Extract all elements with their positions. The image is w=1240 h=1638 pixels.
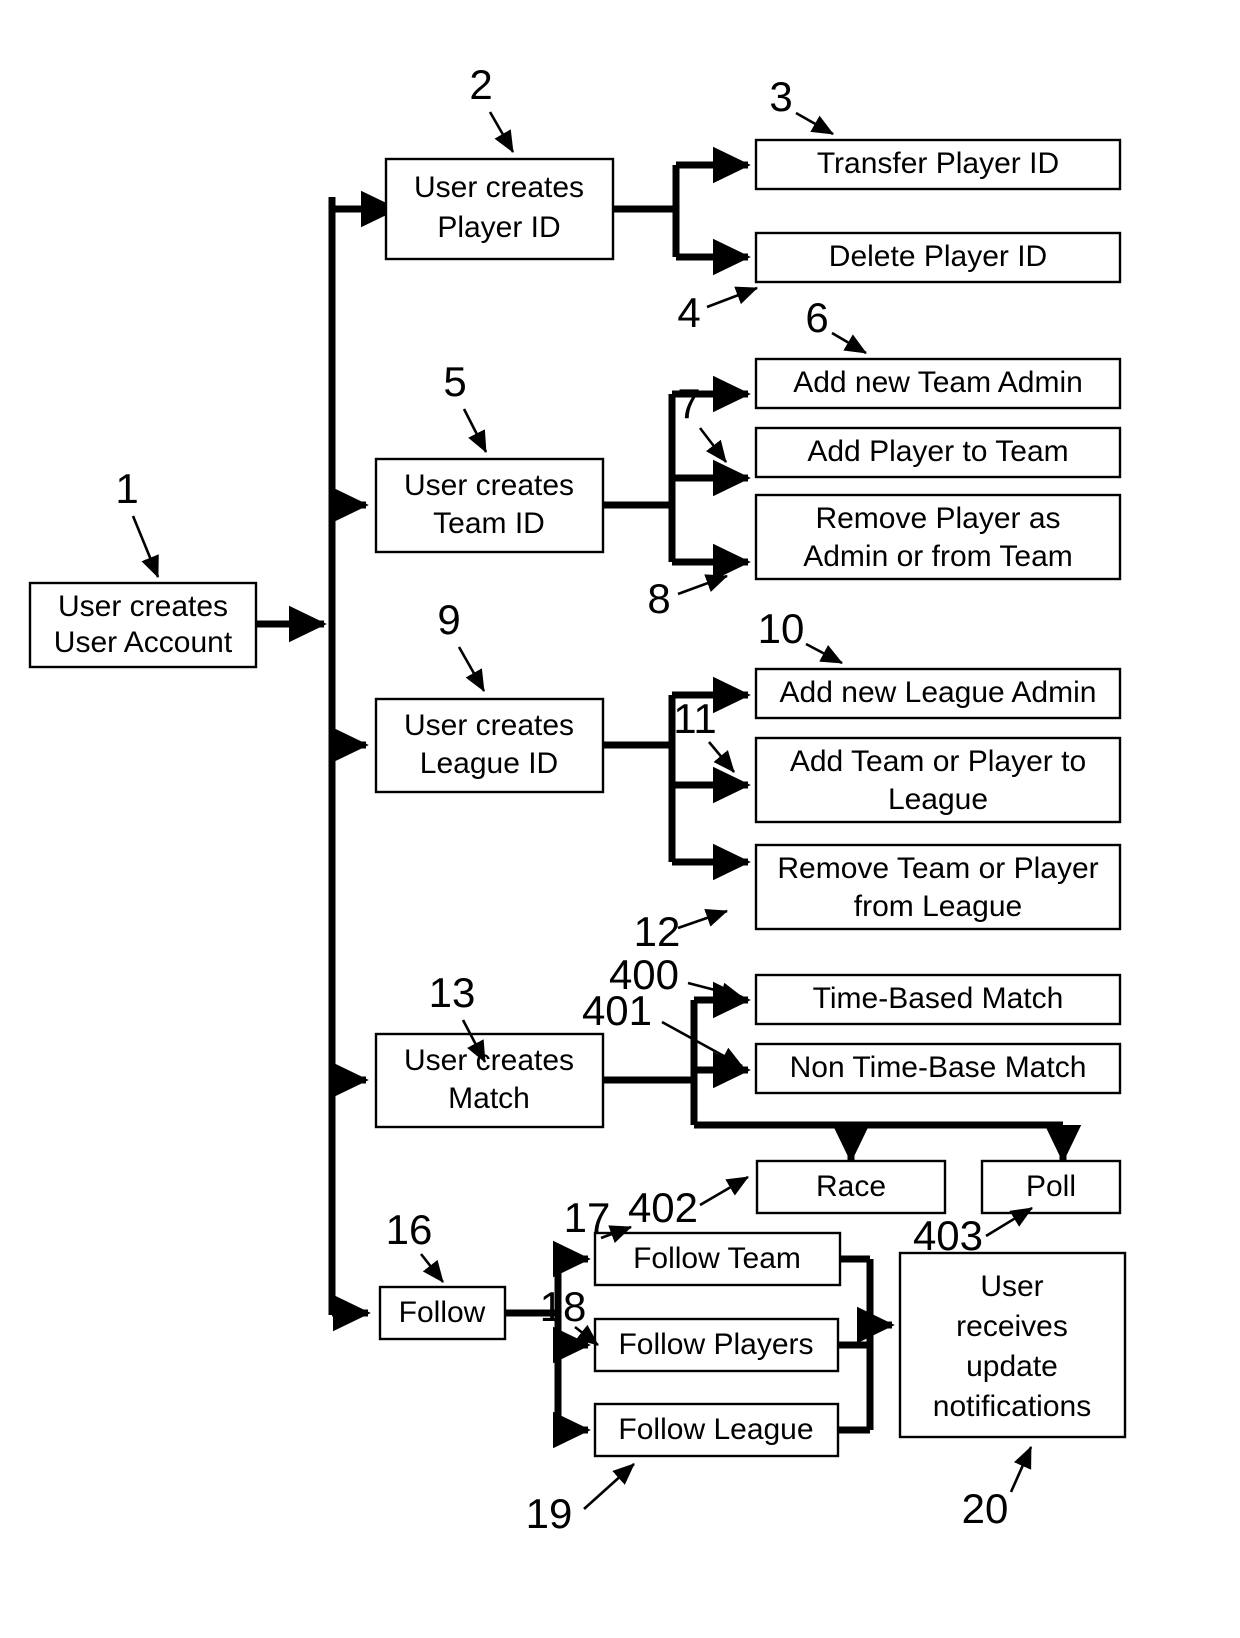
ref-402-text: 402 [628,1184,698,1231]
box-add-player-to-team[interactable]: Add Player to Team [754,426,1122,479]
ref-numeral-1: 1 [115,465,160,578]
ref-numeral-19: 19 [526,1463,635,1537]
box-remove-player-line1: Remove Player as [815,502,1060,535]
ref-numeral-4: 4 [677,286,758,336]
box-non-time-base-match-label: Non Time-Base Match [790,1051,1087,1084]
connector-player-id-fanout [613,146,751,276]
box-notifications-line3: update [966,1350,1058,1383]
box-league-id-line1: User creates [404,709,574,742]
box-player-id-line1: User creates [414,171,584,204]
ref-1-text: 1 [115,465,138,512]
ref-numeral-402: 402 [628,1175,749,1231]
box-time-based-match-label: Time-Based Match [813,982,1064,1015]
box-follow-players-label: Follow Players [618,1328,813,1361]
ref-401-text: 401 [582,987,652,1034]
box-remove-player-line2: Admin or from Team [803,540,1073,573]
box-follow-label: Follow [399,1296,486,1329]
box-create-match-line2: Match [448,1082,530,1115]
box-add-team-admin-label: Add new Team Admin [793,366,1083,399]
box-follow-team-label: Follow Team [633,1242,801,1275]
box-player-id[interactable]: User creates Player ID [384,157,615,261]
diagram-canvas: User creates User Account User creates P… [28,61,1127,1537]
ref-numeral-16: 16 [386,1206,445,1283]
box-race-label: Race [816,1170,886,1203]
box-team-id[interactable]: User creates Team ID [374,457,605,554]
box-update-notifications[interactable]: User receives update notifications [898,1251,1127,1439]
box-transfer-player-id[interactable]: Transfer Player ID [754,138,1122,191]
ref-13-text: 13 [429,969,476,1016]
box-user-account[interactable]: User creates User Account [28,581,258,669]
box-notifications-line1: User [980,1270,1043,1303]
ref-8-text: 8 [647,575,670,622]
ref-10-text: 10 [758,605,805,652]
box-user-account-line2: User Account [54,626,233,659]
ref-19-text: 19 [526,1490,573,1537]
ref-16-text: 16 [386,1206,433,1253]
ref-numeral-20: 20 [962,1446,1033,1532]
ref-2-text: 2 [469,61,492,108]
box-player-id-line2: Player ID [437,211,560,244]
ref-7-text: 7 [677,380,700,427]
box-add-player-to-team-label: Add Player to Team [807,435,1068,468]
box-league-id[interactable]: User creates League ID [374,697,605,794]
box-remove-from-league[interactable]: Remove Team or Player from League [754,843,1122,931]
box-time-based-match[interactable]: Time-Based Match [754,973,1122,1026]
ref-numeral-3: 3 [769,73,834,136]
connector-follow-to-notifications [838,1255,895,1434]
ref-numeral-18: 18 [540,1283,599,1347]
ref-numeral-9: 9 [437,596,486,692]
box-follow-team[interactable]: Follow Team [593,1231,842,1287]
ref-numeral-8: 8 [647,574,728,622]
ref-9-text: 9 [437,596,460,643]
ref-numeral-2: 2 [469,61,515,153]
box-add-league-admin[interactable]: Add new League Admin [754,667,1122,720]
box-notifications-line2: receives [956,1310,1068,1343]
ref-6-text: 6 [805,294,828,341]
box-add-team-to-league-line1: Add Team or Player to [790,745,1086,778]
box-add-team-admin[interactable]: Add new Team Admin [754,357,1122,410]
box-add-team-to-league[interactable]: Add Team or Player to League [754,736,1122,824]
box-create-match[interactable]: User creates Match [374,1032,605,1129]
ref-5-text: 5 [443,358,466,405]
ref-403-text: 403 [913,1212,983,1259]
ref-17-text: 17 [564,1194,611,1241]
ref-20-text: 20 [962,1485,1009,1532]
box-add-league-admin-label: Add new League Admin [780,676,1097,709]
box-follow-league-label: Follow League [618,1413,813,1446]
box-transfer-player-id-label: Transfer Player ID [817,147,1059,180]
box-follow-players[interactable]: Follow Players [593,1317,840,1373]
box-non-time-base-match[interactable]: Non Time-Base Match [754,1042,1122,1095]
box-create-match-line1: User creates [404,1044,574,1077]
box-remove-from-league-line1: Remove Team or Player [777,852,1098,885]
box-remove-from-league-line2: from League [854,890,1022,923]
ref-numeral-5: 5 [443,358,488,453]
ref-numeral-6: 6 [805,294,867,355]
ref-numeral-10: 10 [758,605,843,665]
box-delete-player-id-label: Delete Player ID [829,240,1047,273]
ref-numeral-11: 11 [673,695,735,773]
box-add-team-to-league-line2: League [888,783,988,816]
ref-11-text: 11 [673,695,717,742]
box-notifications-line4: notifications [933,1390,1091,1423]
box-league-id-line2: League ID [420,747,558,780]
patent-flowchart: User creates User Account User creates P… [0,0,1240,1638]
ref-numeral-12: 12 [634,908,728,955]
ref-12-text: 12 [634,908,681,955]
ref-4-text: 4 [677,289,700,336]
ref-numeral-403: 403 [913,1206,1033,1259]
box-user-account-line1: User creates [58,590,228,623]
box-follow[interactable]: Follow [378,1285,507,1341]
box-race[interactable]: Race [755,1159,947,1215]
box-follow-league[interactable]: Follow League [593,1402,840,1458]
box-remove-player[interactable]: Remove Player as Admin or from Team [754,493,1122,581]
ref-18-text: 18 [540,1283,587,1330]
box-poll-label: Poll [1026,1170,1076,1203]
box-poll[interactable]: Poll [980,1159,1122,1215]
box-delete-player-id[interactable]: Delete Player ID [754,231,1122,284]
box-team-id-line2: Team ID [433,507,545,540]
connector-team-id-fanout [603,375,751,581]
ref-3-text: 3 [769,73,792,120]
box-team-id-line1: User creates [404,469,574,502]
